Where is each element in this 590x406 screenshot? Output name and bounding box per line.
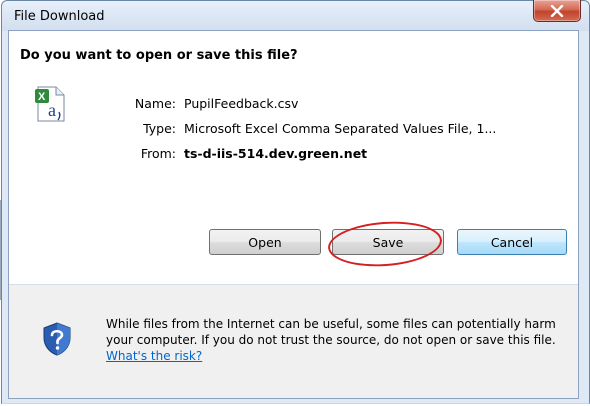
title-bar[interactable]: File Download (2, 0, 589, 31)
svg-text:X: X (38, 91, 46, 103)
excel-csv-file-icon: X a (35, 86, 65, 122)
warning-text: While files from the Internet can be use… (106, 317, 556, 347)
source-host-value: ts-d-iis-514.dev.green.net (184, 146, 368, 161)
name-label: Name: (134, 96, 176, 111)
open-button[interactable]: Open (209, 229, 321, 255)
shield-question-icon (43, 322, 71, 356)
close-button[interactable] (533, 0, 581, 22)
svg-text:a: a (48, 100, 56, 120)
window-title: File Download (14, 9, 105, 24)
close-icon (550, 4, 564, 17)
cancel-button[interactable]: Cancel (457, 229, 567, 255)
from-label: From: (140, 146, 176, 161)
save-button[interactable]: Save (332, 229, 444, 255)
whats-the-risk-link[interactable]: What's the risk? (106, 349, 202, 363)
file-type-value: Microsoft Excel Comma Separated Values F… (184, 121, 497, 136)
warning-message: While files from the Internet can be use… (106, 316, 566, 364)
file-name-value: PupilFeedback.csv (184, 96, 299, 111)
dialog-question: Do you want to open or save this file? (20, 48, 298, 63)
type-label: Type: (143, 121, 176, 136)
